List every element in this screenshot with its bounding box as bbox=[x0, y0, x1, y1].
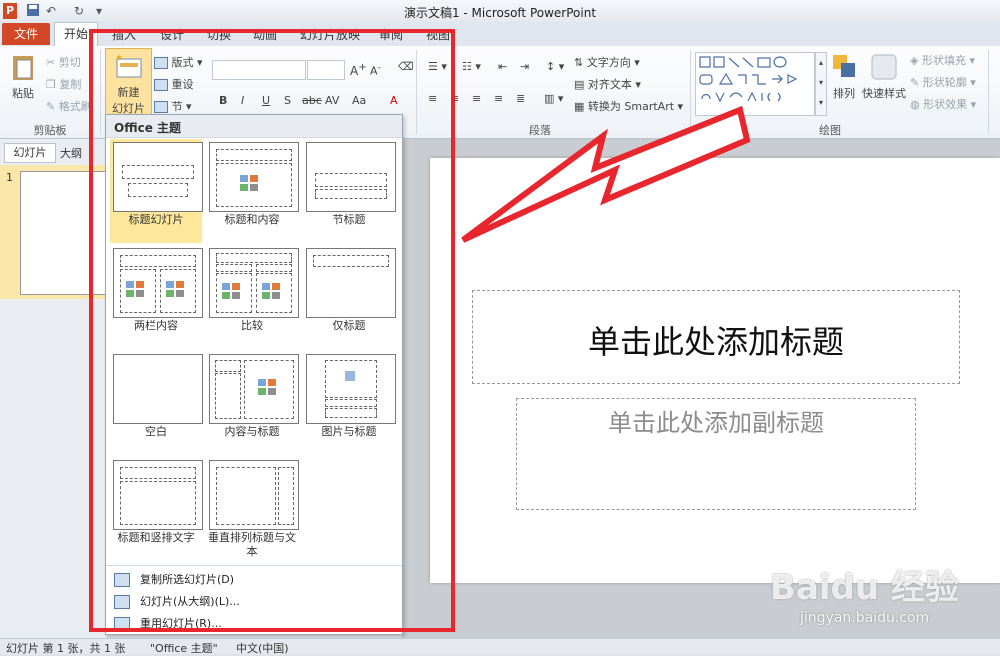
red-arrow-icon bbox=[461, 105, 751, 243]
paint-bucket-icon: ◈ bbox=[910, 54, 919, 67]
drawing-group-label: 绘图 bbox=[819, 124, 841, 137]
shape-fill-button[interactable]: ◈ 形状填充 ▾ bbox=[910, 52, 975, 68]
paste-icon bbox=[13, 56, 33, 80]
pen-icon: ✎ bbox=[910, 76, 920, 89]
quick-styles-button[interactable]: 快速样式 bbox=[862, 52, 906, 101]
text-direction-button[interactable]: ⇅ 文字方向 ▾ bbox=[574, 54, 640, 70]
arrange-icon bbox=[833, 55, 855, 77]
increase-indent-icon[interactable]: ⇥ bbox=[520, 60, 529, 73]
align-text-icon: ▤ bbox=[574, 78, 585, 91]
title-bar: P ↶ ↻ ▾ 演示文稿1 - Microsoft PowerPoint bbox=[0, 0, 1000, 23]
status-bar: 幻灯片 第 1 张，共 1 张 "Office 主题" 中文(中国) bbox=[0, 638, 1000, 656]
copy-button[interactable]: ❐ 复制 bbox=[46, 76, 81, 92]
shapes-scroll[interactable]: ▴ ▾ ▾ bbox=[815, 52, 827, 116]
clipboard-group-label: 剪贴板 bbox=[33, 124, 67, 137]
title-placeholder[interactable]: 单击此处添加标题 bbox=[472, 290, 960, 384]
watermark-brand: Baidu 经验 bbox=[770, 568, 959, 608]
shape-outline-button[interactable]: ✎ 形状轮廓 ▾ bbox=[910, 74, 976, 90]
group-separator bbox=[988, 50, 989, 134]
tab-slides-panel[interactable]: 幻灯片 bbox=[4, 143, 56, 163]
arrange-button[interactable]: 排列 bbox=[828, 52, 860, 101]
format-painter-button[interactable]: ✎ 格式刷 bbox=[46, 98, 92, 114]
quick-styles-icon bbox=[871, 54, 897, 80]
cut-button[interactable]: ✂ 剪切 bbox=[46, 54, 81, 70]
tab-file[interactable]: 文件 bbox=[2, 23, 50, 45]
slide-count-status: 幻灯片 第 1 张，共 1 张 bbox=[6, 642, 126, 655]
line-spacing-icon[interactable]: ↕ ▾ bbox=[546, 60, 564, 73]
effects-icon: ◍ bbox=[910, 98, 920, 111]
subtitle-placeholder[interactable]: 单击此处添加副标题 bbox=[516, 398, 916, 510]
watermark-url: jingyan.baidu.com bbox=[800, 610, 930, 626]
scissors-icon: ✂ bbox=[46, 56, 56, 69]
text-direction-icon: ⇅ bbox=[574, 56, 584, 69]
window-title: 演示文稿1 - Microsoft PowerPoint bbox=[403, 6, 597, 20]
copy-icon: ❐ bbox=[46, 78, 56, 91]
align-text-button[interactable]: ▤ 对齐文本 ▾ bbox=[574, 76, 641, 92]
theme-status: "Office 主题" bbox=[150, 642, 218, 655]
language-status[interactable]: 中文(中国) bbox=[236, 640, 289, 656]
tab-outline-panel[interactable]: 大纲 bbox=[60, 145, 82, 163]
paste-button[interactable]: 粘贴 bbox=[8, 52, 38, 101]
brush-icon: ✎ bbox=[46, 100, 56, 113]
highlight-box bbox=[89, 29, 455, 632]
shape-effects-button[interactable]: ◍ 形状效果 ▾ bbox=[910, 96, 976, 112]
slide-number: 1 bbox=[6, 171, 13, 184]
numbering-icon[interactable]: ☷ ▾ bbox=[462, 60, 481, 73]
decrease-indent-icon[interactable]: ⇤ bbox=[498, 60, 507, 73]
